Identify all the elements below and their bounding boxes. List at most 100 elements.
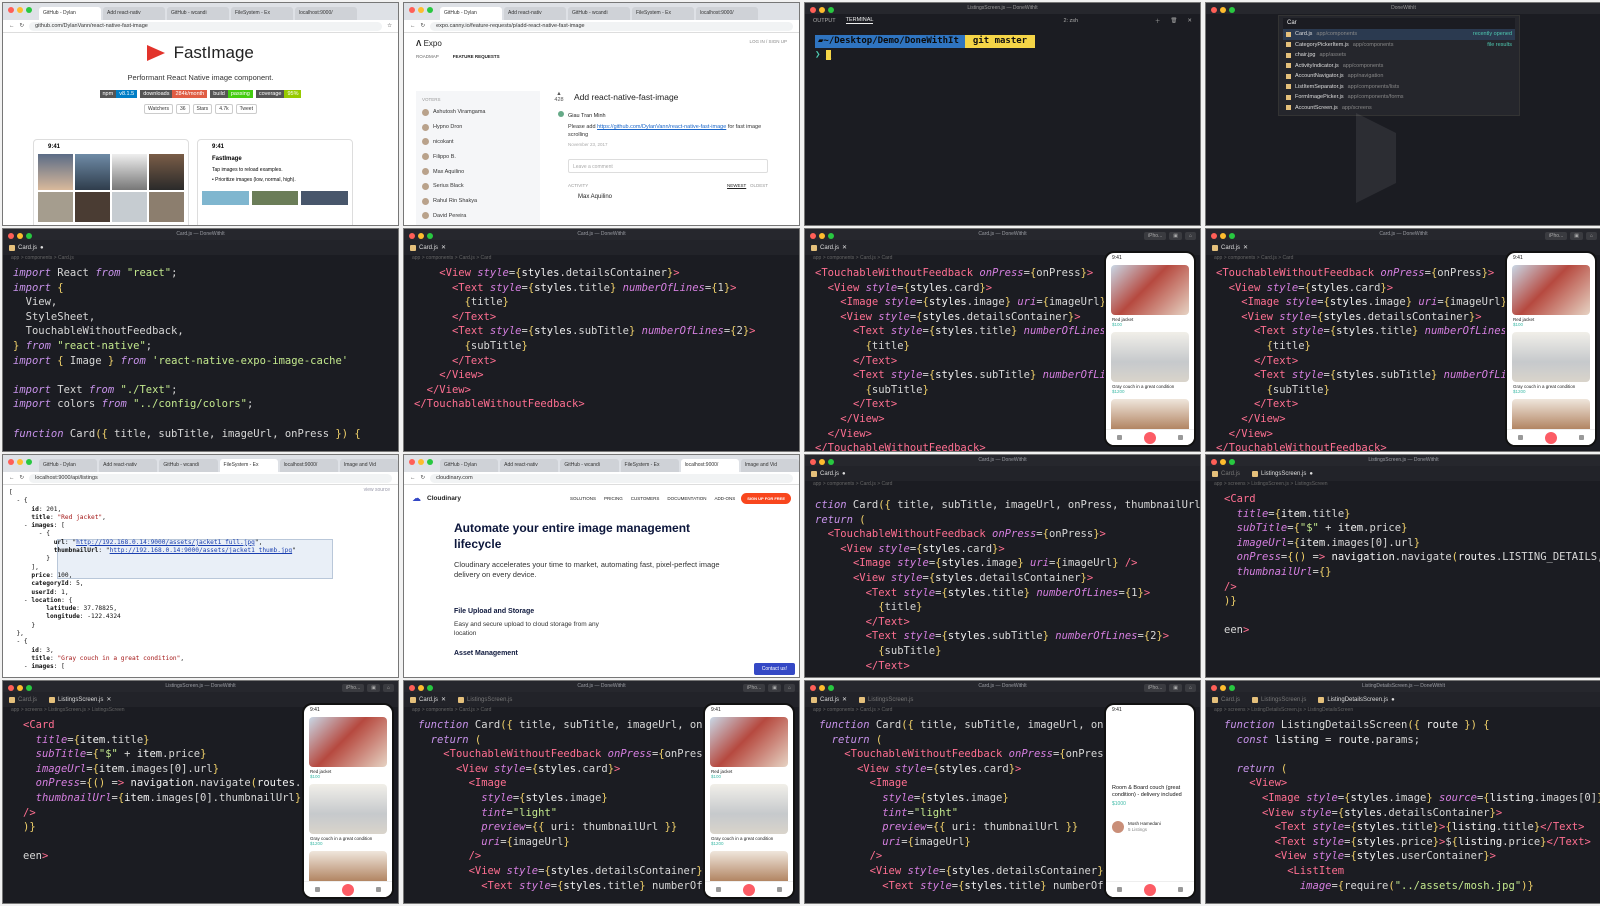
code-line[interactable]: import { bbox=[13, 281, 398, 296]
card-image[interactable] bbox=[710, 784, 788, 834]
quick-open-item[interactable]: Card.js app/components recently opened bbox=[1283, 29, 1515, 40]
code-editor[interactable]: ction Card({ title, subTitle, imageUrl, … bbox=[805, 490, 1200, 673]
browser-tab[interactable]: Image and Vid bbox=[740, 459, 799, 472]
social-button[interactable]: Stars bbox=[192, 104, 213, 114]
code-line[interactable]: onPress={() => navigation.navigate(route… bbox=[1224, 550, 1600, 565]
phone-simulator[interactable]: 9:41 Red jacket $100 Gray couch in a great … bbox=[1505, 251, 1597, 447]
nav-feature-requests[interactable]: FEATURE REQUESTS bbox=[453, 54, 500, 59]
code-line[interactable]: <View style={styles.card}> bbox=[815, 542, 1200, 557]
login-link[interactable]: LOG IN / SIGN UP bbox=[749, 39, 787, 48]
account-tab-icon[interactable] bbox=[1178, 435, 1183, 440]
code-line[interactable]: </Text> bbox=[815, 615, 1200, 630]
tab-listing-details[interactable]: ListingDetailsScreen.js ● bbox=[1318, 696, 1395, 703]
code-line[interactable]: View, bbox=[13, 295, 398, 310]
card-image[interactable] bbox=[1111, 332, 1189, 382]
code-line[interactable]: return ( bbox=[1224, 762, 1600, 777]
home-icon[interactable]: ⌂ bbox=[1585, 232, 1597, 240]
code-line[interactable]: import { Image } from 'react-native-expo… bbox=[13, 354, 398, 369]
code-line[interactable]: import Text from "./Text"; bbox=[13, 383, 398, 398]
nav-item[interactable]: ADD-ONS bbox=[715, 496, 736, 501]
reload-icon[interactable]: ↻ bbox=[421, 23, 426, 29]
prompt-cursor[interactable]: ❯ _ bbox=[815, 50, 1200, 60]
url-field[interactable]: expo.canny.io/feature-requests/p/add-rea… bbox=[430, 21, 793, 31]
code-line[interactable]: </Text> bbox=[414, 310, 799, 325]
browser-tab[interactable]: localhost:9000/ bbox=[680, 459, 739, 472]
code-editor[interactable]: function ListingDetailsScreen({ route })… bbox=[1206, 716, 1600, 893]
code-line[interactable]: </Text> bbox=[815, 659, 1200, 674]
post-link[interactable]: https://github.com/DylanVann/react-nativ… bbox=[597, 124, 726, 130]
code-line[interactable]: </TouchableWithoutFeedback> bbox=[414, 397, 799, 412]
code-line[interactable]: <View style={styles.detailsContainer}> bbox=[414, 266, 799, 281]
code-line[interactable]: {subTitle} bbox=[414, 339, 799, 354]
phone-simulator-details[interactable]: 9:41 Room & Board couch (great condition… bbox=[1104, 703, 1196, 899]
tab-card-js[interactable]: Card.js bbox=[1212, 470, 1240, 477]
browser-tab[interactable]: Add react-nativ bbox=[103, 7, 165, 20]
sort-newest[interactable]: NEWEST bbox=[727, 183, 746, 188]
star-icon[interactable]: ☆ bbox=[387, 23, 392, 29]
code-line[interactable]: TouchableWithoutFeedback, bbox=[13, 324, 398, 339]
code-line[interactable] bbox=[13, 412, 398, 427]
post-button-icon[interactable] bbox=[1545, 431, 1557, 444]
code-line[interactable]: function Card({ title, subTitle, imageUr… bbox=[13, 427, 398, 442]
address-bar[interactable]: ← ↻ github.com/DylanVann/react-native-fast… bbox=[3, 20, 398, 33]
browser-tab[interactable]: localhost:9000/ bbox=[696, 7, 758, 20]
browser-tab[interactable]: Add react-nativ bbox=[504, 7, 566, 20]
code-line[interactable]: StyleSheet, bbox=[13, 310, 398, 325]
browser-tab[interactable]: GitHub - Dylan bbox=[440, 7, 502, 20]
feed-tab-icon[interactable] bbox=[1117, 887, 1122, 892]
browser-tab[interactable]: FileSystem - Ex bbox=[632, 7, 694, 20]
quick-open-input[interactable]: Car bbox=[1283, 18, 1515, 29]
tab-listings-screen[interactable]: ListingsScreen.js bbox=[859, 696, 913, 703]
code-line[interactable]: thumbnailUrl={} bbox=[1224, 565, 1600, 580]
card-image[interactable] bbox=[309, 717, 387, 767]
code-line[interactable]: <Text style={styles.subTitle} numberOfLi… bbox=[815, 629, 1200, 644]
social-button[interactable]: 4.7k bbox=[215, 104, 233, 114]
card-image[interactable] bbox=[1111, 265, 1189, 315]
tab-output[interactable]: OUTPUT bbox=[813, 18, 836, 24]
code-line[interactable]: <TouchableWithoutFeedback onPress={onPre… bbox=[815, 527, 1200, 542]
tab-card-js[interactable]: Card.js bbox=[1212, 696, 1240, 703]
reload-icon[interactable]: ↻ bbox=[20, 475, 25, 481]
browser-tab[interactable]: FileSystem - Ex bbox=[620, 459, 679, 472]
address-bar[interactable]: ← ↻ expo.canny.io/feature-requests/p/add-r… bbox=[404, 20, 799, 33]
quick-open-item[interactable]: ListItemSeparator.js app/components/lists bbox=[1283, 82, 1515, 93]
signup-button[interactable]: SIGN UP FOR FREE bbox=[741, 493, 791, 504]
feed-tab-icon[interactable] bbox=[315, 887, 320, 892]
phone-simulator[interactable]: 9:41 Red jacket $100 Gray couch in a great … bbox=[703, 703, 795, 899]
code-line[interactable] bbox=[1224, 747, 1600, 762]
code-line[interactable]: imageUrl={item.images[0].url} bbox=[1224, 536, 1600, 551]
feed-tab-icon[interactable] bbox=[1117, 435, 1122, 440]
browser-tab[interactable]: FileSystem - Ex bbox=[219, 459, 278, 472]
url-field[interactable]: github.com/DylanVann/react-native-fast-i… bbox=[29, 21, 383, 31]
code-line[interactable] bbox=[13, 368, 398, 383]
back-icon[interactable]: ← bbox=[9, 475, 15, 481]
account-tab-icon[interactable] bbox=[1579, 435, 1584, 440]
screenshot-icon[interactable]: ▣ bbox=[1570, 232, 1583, 240]
account-tab-icon[interactable] bbox=[1178, 887, 1183, 892]
post-button-icon[interactable] bbox=[1144, 431, 1156, 444]
code-line[interactable]: <View style={styles.detailsContainer}> bbox=[1224, 806, 1600, 821]
browser-tab[interactable]: localhost:9000/ bbox=[295, 7, 357, 20]
code-line[interactable]: <Text style={styles.title} numberOfLines… bbox=[414, 281, 799, 296]
tab-terminal[interactable]: TERMINAL bbox=[845, 17, 874, 24]
shell-select[interactable]: 2: zsh bbox=[1063, 18, 1078, 24]
reload-icon[interactable]: ↻ bbox=[421, 475, 426, 481]
tab-card-js[interactable]: Card.js ✕ bbox=[410, 696, 446, 703]
vote-box[interactable]: ▲ 428 bbox=[552, 91, 566, 103]
code-line[interactable]: return ( bbox=[815, 513, 1200, 528]
address-bar[interactable]: ← ↻ localhost:9000/api/listings bbox=[3, 472, 398, 485]
card-image[interactable] bbox=[1512, 265, 1590, 315]
home-icon[interactable]: ⌂ bbox=[1184, 684, 1196, 692]
home-icon[interactable]: ⌂ bbox=[382, 684, 394, 692]
screenshot-icon[interactable]: ▣ bbox=[367, 684, 380, 692]
browser-tab[interactable]: Image and Vid bbox=[339, 459, 398, 472]
code-line[interactable]: import colors from "../config/colors"; bbox=[13, 397, 398, 412]
code-line[interactable]: } from "react-native"; bbox=[13, 339, 398, 354]
home-icon[interactable]: ⌂ bbox=[1184, 232, 1196, 240]
code-editor[interactable]: <View style={styles.detailsContainer}> <… bbox=[404, 264, 799, 412]
tab-card-js[interactable]: Card.js ✕ bbox=[811, 696, 847, 703]
browser-tab[interactable]: GitHub - wcandi bbox=[568, 7, 630, 20]
quick-open-item[interactable]: CategoryPickerItem.js app/components file … bbox=[1283, 40, 1515, 51]
code-editor[interactable]: <Card title={item.title} subTitle={"$" +… bbox=[1206, 490, 1600, 638]
nav-item[interactable]: PRICING bbox=[604, 496, 623, 501]
